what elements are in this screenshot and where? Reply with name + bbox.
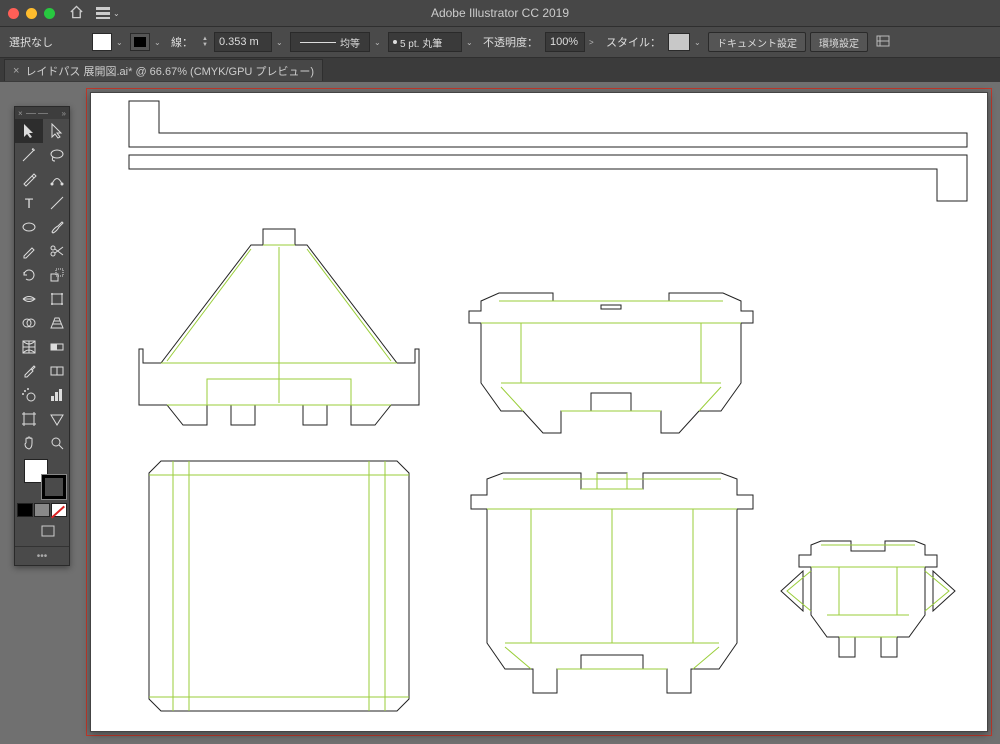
screen-mode-row (15, 521, 69, 546)
tools-panel: × » T ••• (14, 106, 70, 566)
tool-graph[interactable] (43, 383, 71, 407)
align-icon[interactable] (876, 34, 890, 51)
artboard (90, 92, 988, 732)
dieline-tstrip-top (129, 101, 967, 149)
tab-label: レイドパス 展開図.ai* @ 66.67% (CMYK/GPU プレビュー) (25, 63, 314, 79)
chevron-down-icon[interactable]: ⌄ (466, 38, 476, 47)
tool-symbol-spray[interactable] (15, 383, 43, 407)
tool-gradient[interactable] (43, 335, 71, 359)
chevron-right-icon[interactable]: » (62, 109, 66, 118)
tool-magic-wand[interactable] (15, 143, 43, 167)
brush-label: 5 pt. 丸筆 (400, 35, 442, 50)
tool-brush[interactable] (43, 215, 71, 239)
brush-dot-icon (393, 40, 397, 44)
tool-hand[interactable] (15, 431, 43, 455)
chevron-down-icon[interactable]: ⌄ (116, 38, 126, 47)
tool-perspective[interactable] (43, 311, 71, 335)
svg-text:T: T (25, 195, 34, 211)
tool-lasso[interactable] (43, 143, 71, 167)
tool-width[interactable] (15, 287, 43, 311)
workspace: × » T ••• (0, 82, 1000, 744)
dieline-small-box (781, 541, 955, 681)
control-bar: 選択なし ⌄ ⌄ 線： ▲▼ 0.353 m ⌄ 均等 ⌄ 5 pt. 丸筆 ⌄… (0, 26, 1000, 58)
screen-mode-icon[interactable] (41, 525, 55, 542)
brush-select[interactable]: 5 pt. 丸筆 (388, 32, 462, 52)
tool-zoom[interactable] (43, 431, 71, 455)
dieline-sleeve (149, 461, 409, 711)
tool-blend[interactable] (43, 359, 71, 383)
fill-swatch[interactable] (92, 33, 112, 51)
tool-line[interactable] (43, 191, 71, 215)
panel-header[interactable]: × » (15, 107, 69, 119)
fill-stroke-swatch[interactable] (24, 459, 60, 495)
tool-rotate[interactable] (15, 263, 43, 287)
tool-free-transform[interactable] (43, 287, 71, 311)
color-mode-gradient[interactable] (34, 503, 50, 517)
color-mode-color[interactable] (17, 503, 33, 517)
minimize-window-button[interactable] (26, 8, 37, 19)
tool-direct-selection[interactable] (43, 119, 71, 143)
document-tabs: × レイドパス 展開図.ai* @ 66.67% (CMYK/GPU プレビュー… (0, 58, 1000, 82)
graphic-style-swatch[interactable] (668, 33, 690, 51)
tool-type[interactable]: T (15, 191, 43, 215)
dieline-tstrip-bottom (129, 155, 967, 203)
stroke-color[interactable] (42, 475, 66, 499)
opacity-label: 不透明度： (480, 34, 541, 50)
stroke-swatch[interactable] (130, 33, 150, 51)
document-settings-button[interactable]: ドキュメント設定 (708, 32, 806, 52)
stroke-uniform-label: 均等 (340, 35, 360, 50)
color-mode-none[interactable] (51, 503, 67, 517)
stroke-profile-select[interactable]: 均等 (290, 32, 370, 52)
close-icon[interactable]: × (18, 109, 23, 118)
zoom-window-button[interactable] (44, 8, 55, 19)
tool-mesh[interactable] (15, 335, 43, 359)
selection-state-label: 選択なし (6, 34, 56, 50)
edit-toolbar-button[interactable]: ••• (15, 546, 69, 565)
arrange-icon (96, 7, 110, 19)
tool-slice[interactable] (43, 407, 71, 431)
line-icon (300, 42, 336, 43)
grip-icon (26, 113, 59, 114)
tool-scale[interactable] (43, 263, 71, 287)
fill-stroke-controls (15, 455, 69, 521)
chevron-down-icon[interactable]: > (589, 38, 599, 47)
chevron-down-icon[interactable]: ⌄ (694, 38, 704, 47)
tool-curvature[interactable] (43, 167, 71, 191)
tool-scissors[interactable] (43, 239, 71, 263)
document-tab[interactable]: × レイドパス 展開図.ai* @ 66.67% (CMYK/GPU プレビュー… (4, 59, 323, 81)
style-label: スタイル： (603, 34, 664, 50)
draw-mode-icon[interactable] (21, 525, 35, 542)
tool-ellipse[interactable] (15, 215, 43, 239)
tool-artboard[interactable] (15, 407, 43, 431)
chevron-down-icon[interactable]: ⌄ (154, 38, 164, 47)
dieline-triangle-box (139, 229, 419, 429)
opacity-input[interactable]: 100% (545, 32, 585, 52)
close-tab-button[interactable]: × (13, 65, 19, 77)
chevron-down-icon[interactable]: ⌄ (276, 38, 286, 47)
stroke-stepper[interactable]: ▲▼ (200, 36, 210, 48)
tool-pen[interactable] (15, 167, 43, 191)
chevron-down-icon: ⌄ (113, 9, 120, 18)
window-controls (8, 8, 55, 19)
stroke-weight-input[interactable]: 0.353 m (214, 32, 272, 52)
color-mode-row (17, 503, 67, 517)
titlebar: ⌄ Adobe Illustrator CC 2019 (0, 0, 1000, 26)
tool-eyedropper[interactable] (15, 359, 43, 383)
environment-settings-button[interactable]: 環境設定 (810, 32, 868, 52)
tool-shape-builder[interactable] (15, 311, 43, 335)
close-window-button[interactable] (8, 8, 19, 19)
canvas[interactable] (86, 88, 992, 736)
stroke-weight-label: 線： (168, 34, 196, 50)
arrange-documents-button[interactable]: ⌄ (96, 7, 120, 19)
dieline-tray-box (461, 293, 761, 443)
more-icon: ••• (37, 551, 48, 562)
home-icon[interactable] (69, 5, 84, 22)
app-title: Adobe Illustrator CC 2019 (0, 6, 1000, 20)
tool-selection[interactable] (15, 119, 43, 143)
chevron-down-icon[interactable]: ⌄ (374, 38, 384, 47)
dieline-carton (457, 473, 767, 703)
tool-shaper[interactable] (15, 239, 43, 263)
